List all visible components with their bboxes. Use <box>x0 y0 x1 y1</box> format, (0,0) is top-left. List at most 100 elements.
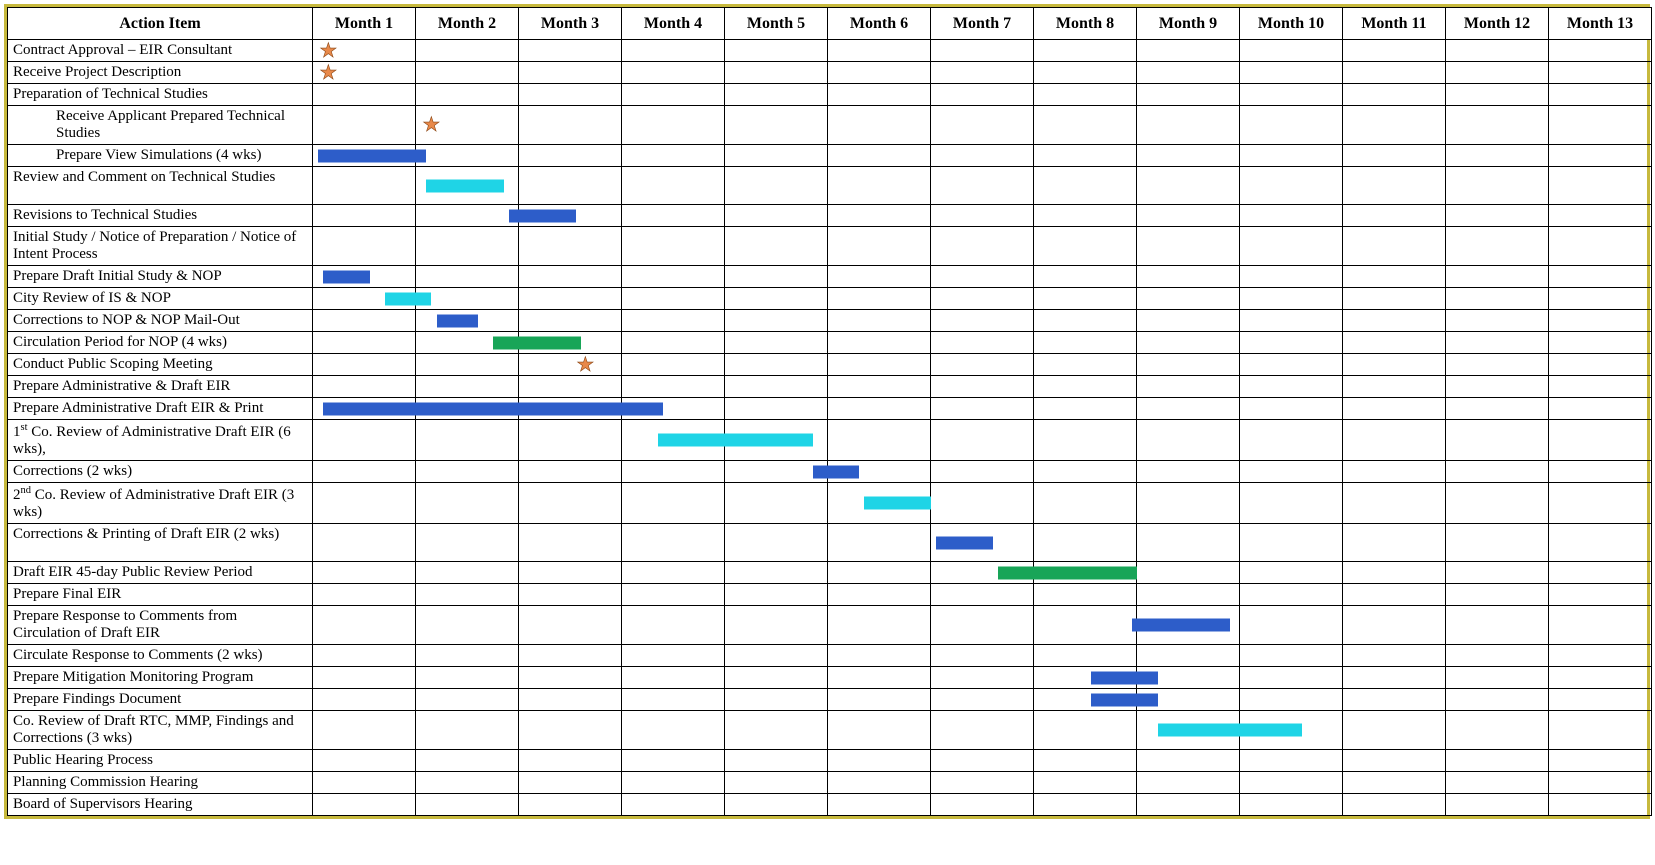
month-cell <box>1240 689 1343 711</box>
month-cell <box>725 524 828 562</box>
month-cell <box>1034 584 1137 606</box>
month-cell <box>1343 227 1446 266</box>
month-cell <box>1240 420 1343 461</box>
month-cell <box>931 483 1034 524</box>
header-row: Action Item Month 1 Month 2 Month 3 Mont… <box>8 8 1652 40</box>
month-cell <box>1137 794 1240 816</box>
month-cell <box>519 167 622 205</box>
month-cell <box>828 584 931 606</box>
month-cell <box>1446 606 1549 645</box>
table-row: Receive Project Description★ <box>8 62 1652 84</box>
month-cell <box>931 106 1034 145</box>
month-cell <box>1034 310 1137 332</box>
month-cell <box>313 310 416 332</box>
month-cell <box>725 461 828 483</box>
month-cell <box>725 772 828 794</box>
month-cell <box>1549 667 1652 689</box>
month-cell <box>313 167 416 205</box>
month-cell <box>416 562 519 584</box>
action-item-label: Draft EIR 45-day Public Review Period <box>8 562 313 584</box>
gantt-chart: Action Item Month 1 Month 2 Month 3 Mont… <box>4 4 1650 819</box>
month-cell <box>313 750 416 772</box>
month-cell <box>1137 354 1240 376</box>
month-cell <box>828 794 931 816</box>
month-cell <box>1137 772 1240 794</box>
action-item-label: Prepare View Simulations (4 wks) <box>8 145 313 167</box>
month-cell <box>828 483 931 524</box>
gantt-bar <box>1132 619 1230 632</box>
month-cell <box>1034 376 1137 398</box>
month-cell <box>313 667 416 689</box>
month-cell <box>1137 145 1240 167</box>
month-cell <box>313 645 416 667</box>
month-cell <box>1034 354 1137 376</box>
month-cell <box>1446 772 1549 794</box>
month-cell <box>1343 398 1446 420</box>
month-cell <box>622 62 725 84</box>
month-cell <box>622 84 725 106</box>
month-cell <box>313 84 416 106</box>
month-cell <box>1240 145 1343 167</box>
month-cell <box>519 562 622 584</box>
month-cell <box>1549 772 1652 794</box>
month-cell <box>1137 227 1240 266</box>
month-cell <box>931 205 1034 227</box>
month-cell <box>725 398 828 420</box>
header-month-12: Month 12 <box>1446 8 1549 40</box>
month-cell <box>1549 84 1652 106</box>
month-cell <box>1137 524 1240 562</box>
month-cell <box>519 62 622 84</box>
month-cell <box>828 376 931 398</box>
month-cell <box>1240 332 1343 354</box>
month-cell <box>1343 420 1446 461</box>
month-cell <box>622 40 725 62</box>
month-cell <box>725 483 828 524</box>
action-item-label: Prepare Response to Comments from Circul… <box>8 606 313 645</box>
table-row: Contract Approval – EIR Consultant★ <box>8 40 1652 62</box>
month-cell <box>1549 483 1652 524</box>
month-cell <box>416 205 519 227</box>
month-cell <box>519 310 622 332</box>
month-cell <box>1137 266 1240 288</box>
month-cell <box>622 689 725 711</box>
month-cell <box>1446 689 1549 711</box>
action-item-label: Planning Commission Hearing <box>8 772 313 794</box>
month-cell <box>416 689 519 711</box>
month-cell <box>828 750 931 772</box>
month-cell <box>1137 167 1240 205</box>
month-cell <box>1343 40 1446 62</box>
month-cell <box>1343 145 1446 167</box>
table-row: Prepare Response to Comments from Circul… <box>8 606 1652 645</box>
month-cell <box>1137 106 1240 145</box>
gantt-bar <box>658 434 813 447</box>
month-cell <box>1240 772 1343 794</box>
month-cell <box>519 772 622 794</box>
month-cell <box>519 420 622 461</box>
month-cell <box>828 420 931 461</box>
action-item-label: Co. Review of Draft RTC, MMP, Findings a… <box>8 711 313 750</box>
action-item-label: 2nd Co. Review of Administrative Draft E… <box>8 483 313 524</box>
header-month-5: Month 5 <box>725 8 828 40</box>
month-cell <box>1343 689 1446 711</box>
month-cell <box>725 584 828 606</box>
month-cell <box>416 167 519 205</box>
month-cell: ★ <box>416 106 519 145</box>
month-cell <box>1034 461 1137 483</box>
month-cell <box>416 645 519 667</box>
month-cell <box>416 461 519 483</box>
month-cell <box>622 562 725 584</box>
month-cell <box>1343 794 1446 816</box>
month-cell <box>1137 420 1240 461</box>
month-cell <box>1240 584 1343 606</box>
month-cell <box>1240 483 1343 524</box>
month-cell <box>725 376 828 398</box>
header-action-item: Action Item <box>8 8 313 40</box>
month-cell <box>931 62 1034 84</box>
month-cell: ★ <box>519 354 622 376</box>
month-cell <box>725 667 828 689</box>
month-cell <box>1034 689 1137 711</box>
month-cell <box>313 461 416 483</box>
table-row: Receive Applicant Prepared Technical Stu… <box>8 106 1652 145</box>
month-cell <box>1034 772 1137 794</box>
month-cell <box>1343 461 1446 483</box>
